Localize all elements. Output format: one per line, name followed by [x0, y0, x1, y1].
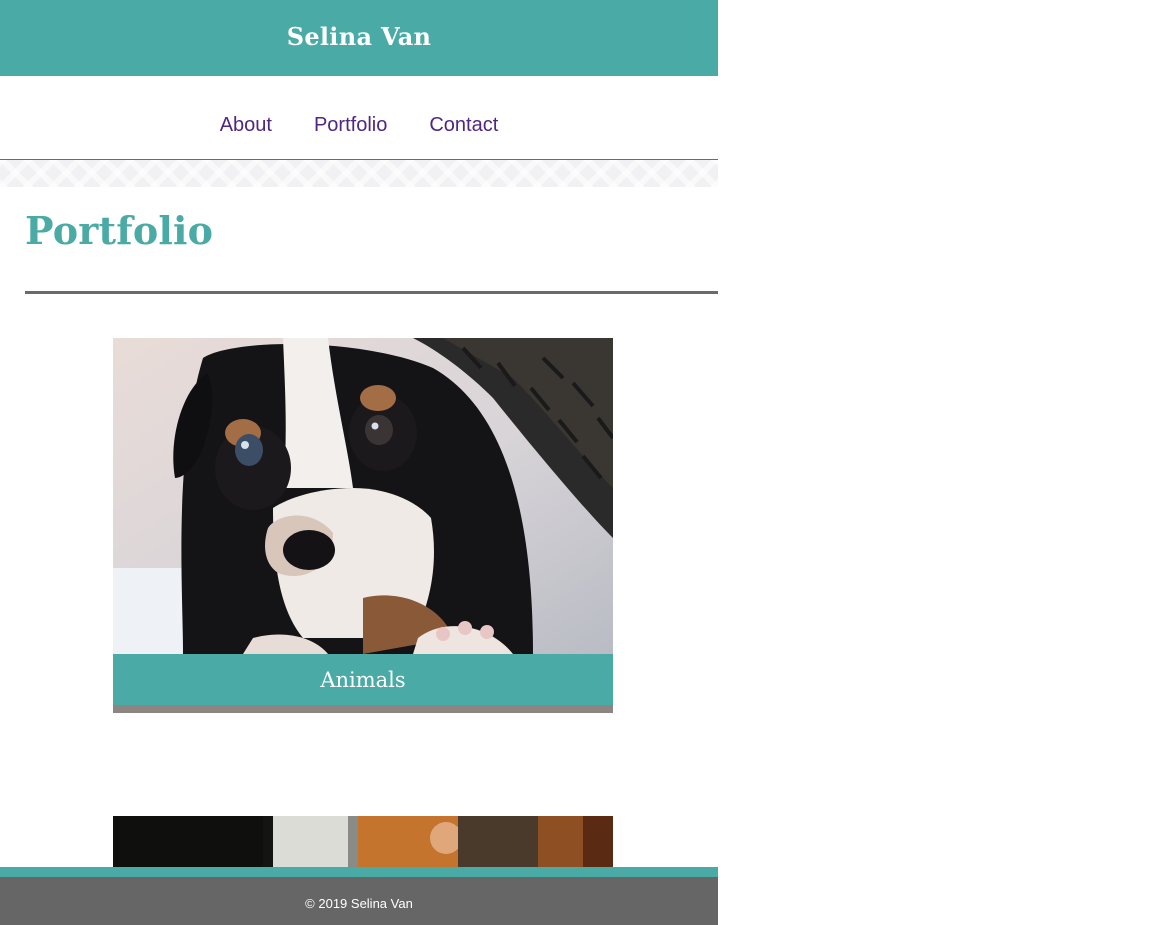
card-label-bar: Animals: [113, 654, 613, 705]
title-divider: [25, 291, 718, 294]
decorative-pattern-band: [0, 160, 718, 187]
main-nav: About Portfolio Contact: [0, 76, 718, 160]
puppy-photo: [113, 338, 613, 654]
portfolio-card-animals[interactable]: Animals: [113, 338, 613, 713]
page-title: Portfolio: [25, 208, 214, 253]
site-header: Selina Van: [0, 0, 718, 76]
site-title[interactable]: Selina Van: [287, 22, 432, 51]
page: Selina Van About Portfolio Contact Portf…: [0, 0, 718, 925]
card-label: Animals: [320, 667, 406, 692]
site-footer: © 2019 Selina Van: [0, 877, 718, 925]
nav-link-about[interactable]: About: [220, 98, 272, 137]
nav-link-portfolio[interactable]: Portfolio: [314, 98, 387, 137]
footer-accent-band: [0, 867, 718, 877]
card-bottom-strip: [113, 705, 613, 713]
footer-copyright: © 2019 Selina Van: [305, 895, 413, 911]
nav-link-contact[interactable]: Contact: [429, 98, 498, 137]
